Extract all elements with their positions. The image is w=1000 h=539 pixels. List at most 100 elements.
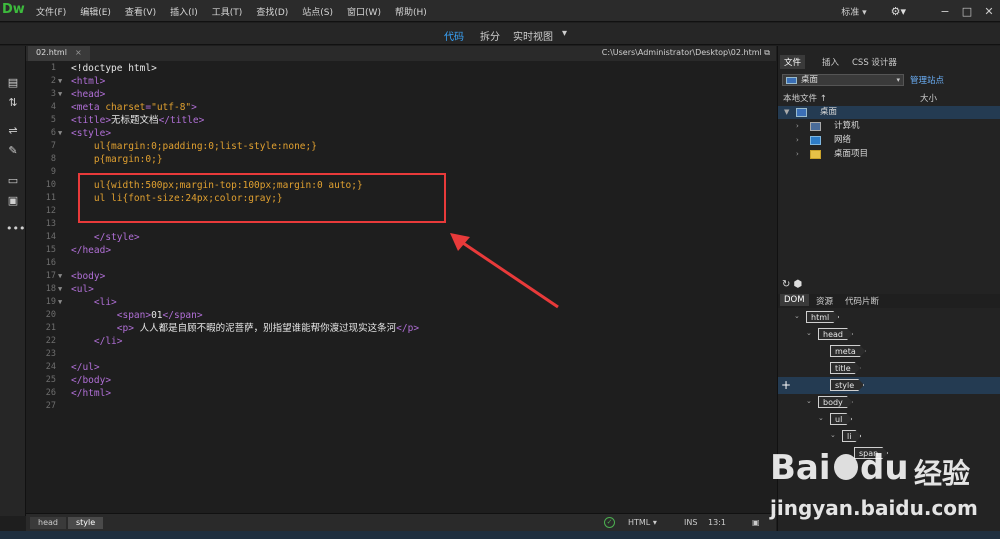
- code-line[interactable]: 21 <p> 人人都是自顾不暇的泥菩萨，别指望谁能帮你渡过现实这条河</p>: [26, 322, 766, 335]
- split-view-button[interactable]: 拆分: [480, 28, 500, 43]
- code-line[interactable]: 23: [26, 348, 766, 361]
- code-line[interactable]: 22 </li>: [26, 335, 766, 348]
- code-line[interactable]: 2 ▼ <html>: [26, 75, 766, 88]
- tab-css-designer[interactable]: CSS 设计器: [848, 55, 901, 69]
- live-view-dropdown-icon[interactable]: ▾: [562, 28, 567, 39]
- window-size-icon[interactable]: ▣: [752, 518, 760, 527]
- more-icon[interactable]: •••: [6, 222, 25, 236]
- dom-node-row[interactable]: ⌄ ul: [778, 411, 1000, 428]
- filter-icon[interactable]: ⧉: [764, 48, 770, 57]
- expand-icon[interactable]: ›: [796, 148, 799, 161]
- format-icon[interactable]: ⇌: [6, 124, 20, 138]
- dom-node-li[interactable]: li: [842, 430, 861, 442]
- tag-selector-head[interactable]: head: [30, 517, 66, 529]
- dom-node-row[interactable]: ⌄ html: [778, 309, 1000, 326]
- tab-dom[interactable]: DOM: [780, 294, 809, 306]
- code-line[interactable]: 17 ▼ <body>: [26, 270, 766, 283]
- collapse-icon[interactable]: ⌄: [818, 414, 824, 422]
- fold-icon[interactable]: ▼: [58, 88, 62, 101]
- code-line[interactable]: 3 ▼ <head>: [26, 88, 766, 101]
- code-line[interactable]: 24 </ul>: [26, 361, 766, 374]
- tree-item-desktop[interactable]: ▼ 桌面: [778, 106, 1000, 119]
- collapse-icon[interactable]: ⌄: [806, 397, 812, 405]
- menu-edit[interactable]: 编辑(E): [80, 5, 111, 18]
- tree-item-computer[interactable]: › 计算机: [778, 120, 1000, 133]
- code-line[interactable]: 15 </head>: [26, 244, 766, 257]
- fold-icon[interactable]: ▼: [58, 283, 62, 296]
- menu-site[interactable]: 站点(S): [302, 5, 333, 18]
- tree-item-network[interactable]: › 网络: [778, 134, 1000, 147]
- dom-node-row[interactable]: ⌄ li: [778, 428, 1000, 445]
- menu-tools[interactable]: 工具(T): [212, 5, 243, 18]
- gear-icon[interactable]: ⚙▾: [891, 5, 906, 18]
- menu-help[interactable]: 帮助(H): [395, 5, 427, 18]
- sort-icon[interactable]: ⇅: [6, 96, 20, 110]
- collapse-icon[interactable]: ⌄: [794, 312, 800, 320]
- local-files-header[interactable]: 本地文件 ↑: [783, 92, 827, 104]
- tab-files[interactable]: 文件: [780, 55, 806, 69]
- dom-node-html[interactable]: html: [806, 311, 839, 323]
- minimize-button[interactable]: −: [934, 5, 956, 18]
- comment-icon[interactable]: ▭: [6, 174, 20, 188]
- fold-icon[interactable]: ▼: [58, 296, 62, 309]
- insert-mode[interactable]: INS: [684, 518, 697, 527]
- snippet-icon[interactable]: ▣: [6, 194, 20, 208]
- code-line[interactable]: 19 ▼ <li>: [26, 296, 766, 309]
- code-line[interactable]: 14 </style>: [26, 231, 766, 244]
- expand-icon[interactable]: ▼: [784, 106, 789, 119]
- code-line[interactable]: 27: [26, 400, 766, 413]
- expand-icon[interactable]: ›: [796, 134, 799, 147]
- code-line[interactable]: 6 ▼ <style>: [26, 127, 766, 140]
- dom-node-head[interactable]: head: [818, 328, 853, 340]
- close-tab-icon[interactable]: ×: [75, 48, 82, 57]
- menu-insert[interactable]: 插入(I): [170, 5, 198, 18]
- dom-node-meta[interactable]: meta: [830, 345, 866, 357]
- code-view-button[interactable]: 代码: [444, 28, 464, 43]
- code-line[interactable]: 8 p{margin:0;}: [26, 153, 766, 166]
- code-line[interactable]: 7 ul{margin:0;padding:0;list-style:none;…: [26, 140, 766, 153]
- menu-window[interactable]: 窗口(W): [347, 5, 381, 18]
- code-editor[interactable]: 1 <!doctype html> 2 ▼ <html> 3 ▼ <head> 4 <meta c…: [26, 61, 776, 513]
- dom-node-body[interactable]: body: [818, 396, 853, 408]
- tab-snippets[interactable]: 代码片断: [841, 294, 883, 308]
- dom-node-style[interactable]: style: [830, 379, 864, 391]
- dom-node-ul[interactable]: ul: [830, 413, 852, 425]
- tab-assets[interactable]: 资源: [812, 294, 837, 308]
- fold-icon[interactable]: ▼: [58, 270, 62, 283]
- dom-node-row[interactable]: ⌄ body: [778, 394, 1000, 411]
- dom-node-title[interactable]: title: [830, 362, 861, 374]
- dom-node-row[interactable]: title: [778, 360, 1000, 377]
- live-view-button[interactable]: 实时视图: [513, 28, 553, 43]
- close-button[interactable]: ✕: [978, 5, 1000, 18]
- site-select[interactable]: 桌面 ▾: [782, 74, 904, 86]
- fold-icon[interactable]: ▼: [58, 127, 62, 140]
- add-element-icon[interactable]: +: [781, 378, 791, 392]
- check-icon[interactable]: ✓: [604, 517, 615, 528]
- collapse-icon[interactable]: ⌄: [830, 431, 836, 439]
- code-line[interactable]: 1 <!doctype html>: [26, 62, 766, 75]
- brush-icon[interactable]: ✎: [6, 144, 20, 158]
- workspace-switcher[interactable]: 标准 ▾: [841, 5, 866, 18]
- code-line[interactable]: 16: [26, 257, 766, 270]
- maximize-button[interactable]: □: [956, 5, 978, 18]
- dom-node-row[interactable]: + style: [778, 377, 1000, 394]
- expand-icon[interactable]: ›: [796, 120, 799, 133]
- dom-node-row[interactable]: meta: [778, 343, 1000, 360]
- code-line[interactable]: 18 ▼ <ul>: [26, 283, 766, 296]
- fold-icon[interactable]: ▼: [58, 75, 62, 88]
- dom-node-row[interactable]: ⌄ head: [778, 326, 1000, 343]
- refresh-icon[interactable]: ↻ ⬢: [782, 279, 802, 290]
- menu-view[interactable]: 查看(V): [125, 5, 156, 18]
- menu-file[interactable]: 文件(F): [36, 5, 66, 18]
- tag-selector-style[interactable]: style: [68, 517, 104, 529]
- code-line[interactable]: 4 <meta charset="utf-8">: [26, 101, 766, 114]
- code-line[interactable]: 26 </html>: [26, 387, 766, 400]
- manage-sites-link[interactable]: 管理站点: [910, 74, 944, 86]
- open-document-icon[interactable]: ▤: [6, 76, 20, 90]
- doc-type-select[interactable]: HTML ▾: [628, 518, 657, 527]
- code-line[interactable]: 5 <title>无标题文档</title>: [26, 114, 766, 127]
- code-line[interactable]: 25 </body>: [26, 374, 766, 387]
- code-line[interactable]: 20 <span>01</span>: [26, 309, 766, 322]
- tab-insert[interactable]: 插入: [818, 55, 843, 69]
- tree-item-desktop-items[interactable]: › 桌面项目: [778, 148, 1000, 161]
